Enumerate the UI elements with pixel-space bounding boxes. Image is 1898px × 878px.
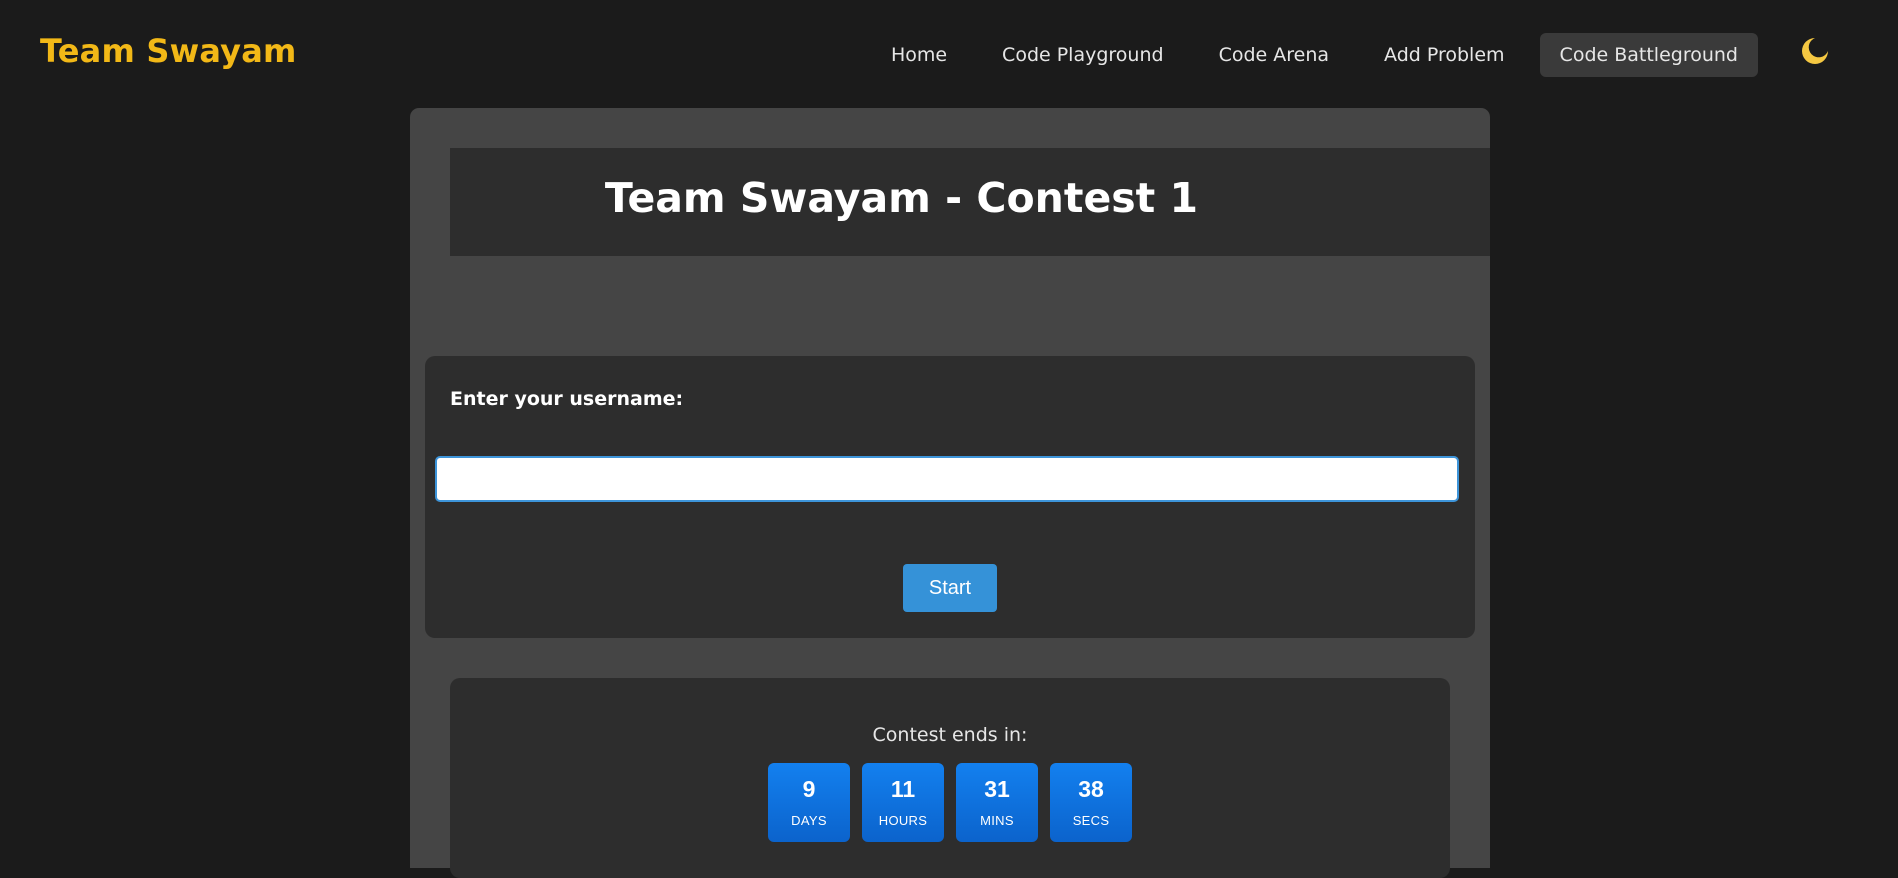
start-button[interactable]: Start <box>903 564 997 612</box>
secs-unit: SECS <box>1072 813 1110 828</box>
nav-links: Home Code Playground Code Arena Add Prob… <box>856 33 1758 77</box>
nav-item-home[interactable]: Home <box>871 33 967 77</box>
contest-card: Team Swayam - Contest 1 Enter your usern… <box>410 108 1490 878</box>
countdown-secs: 38 SECS <box>1050 763 1132 842</box>
username-input[interactable] <box>435 456 1459 502</box>
brand-logo[interactable]: Team Swayam <box>40 32 297 70</box>
countdown-days: 9 DAYS <box>768 763 850 842</box>
top-navbar: Team Swayam Home Code Playground Code Ar… <box>0 0 1898 108</box>
hours-value: 11 <box>890 776 916 802</box>
username-form: Enter your username: Start <box>425 356 1475 638</box>
mins-unit: MINS <box>980 813 1014 828</box>
countdown-panel: Contest ends in: 9 DAYS 11 HOURS 31 MINS… <box>450 678 1450 878</box>
days-unit: DAYS <box>791 813 827 828</box>
mins-value: 31 <box>984 776 1010 802</box>
nav-item-code-battleground[interactable]: Code Battleground <box>1539 33 1758 77</box>
secs-value: 38 <box>1078 776 1104 802</box>
username-label: Enter your username: <box>450 388 684 410</box>
countdown-hours: 11 HOURS <box>862 763 944 842</box>
nav-item-code-arena[interactable]: Code Arena <box>1199 33 1349 77</box>
moon-icon <box>1802 38 1828 64</box>
nav-item-code-playground[interactable]: Code Playground <box>982 33 1184 77</box>
theme-toggle-button[interactable] <box>1798 34 1832 68</box>
countdown-label: Contest ends in: <box>872 724 1028 746</box>
countdown-boxes: 9 DAYS 11 HOURS 31 MINS 38 SECS <box>450 763 1450 842</box>
contest-title: Team Swayam - Contest 1 <box>604 174 1199 222</box>
hours-unit: HOURS <box>878 813 928 828</box>
countdown-mins: 31 MINS <box>956 763 1038 842</box>
days-value: 9 <box>802 776 816 802</box>
nav-item-add-problem[interactable]: Add Problem <box>1364 33 1525 77</box>
title-bar: Team Swayam - Contest 1 <box>450 148 1490 256</box>
